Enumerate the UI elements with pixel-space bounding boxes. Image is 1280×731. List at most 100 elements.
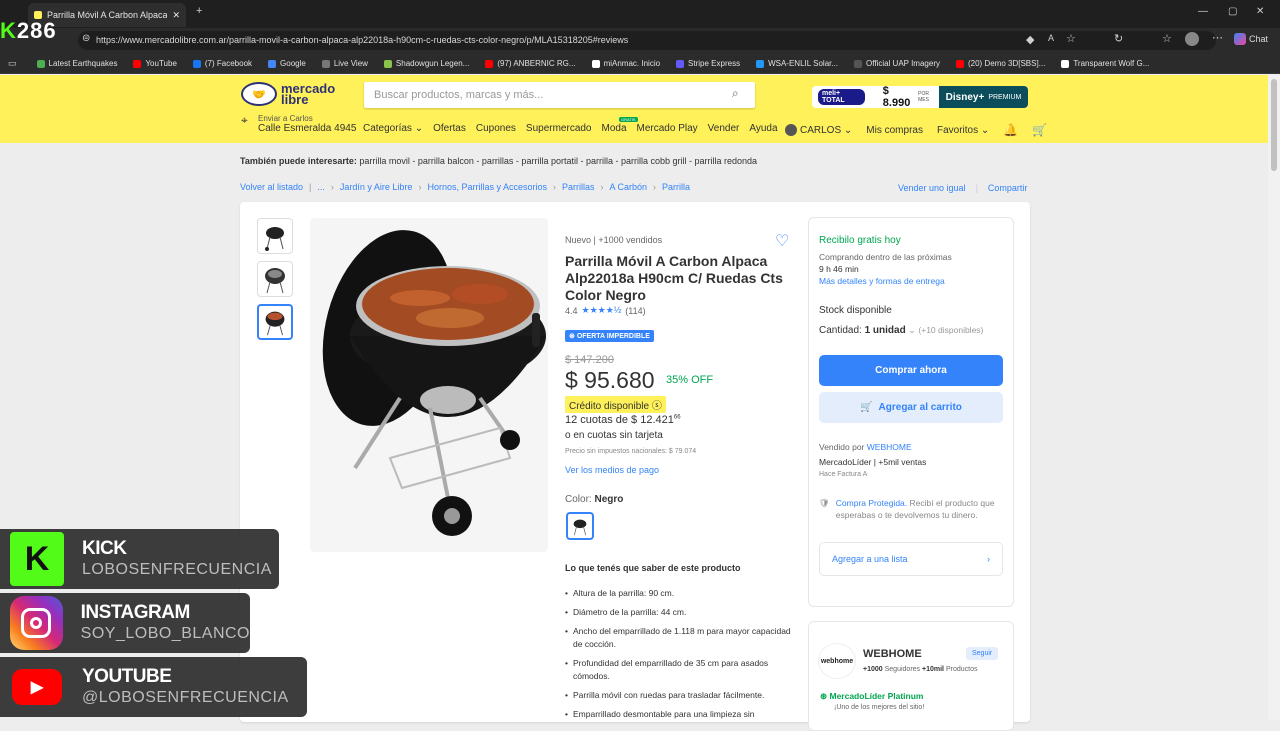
bookmarks-icon[interactable]: ▭ [8, 58, 17, 69]
bookmark-item[interactable]: Official UAP Imagery [846, 59, 948, 68]
notifications-bell-icon[interactable]: 🔔 [1003, 123, 1018, 137]
breadcrumb-item[interactable]: Hornos, Parrillas y Accesorios [427, 182, 547, 192]
bookmark-item[interactable]: Latest Earthquakes [29, 59, 126, 68]
search-input[interactable]: Buscar productos, marcas y más... [364, 82, 755, 108]
breadcrumb-item[interactable]: Parrillas [562, 182, 595, 192]
favorites-menu[interactable]: Favoritos ⌄ [937, 125, 989, 136]
new-tab-icon[interactable]: + [196, 5, 202, 17]
copilot-icon [1234, 33, 1246, 45]
platinum-badge: ⊛ MercadoLíder Platinum [820, 691, 924, 701]
related-search-links[interactable]: parrilla movil - parrilla balcon - parri… [359, 156, 757, 166]
bookmark-favicon-icon [485, 59, 494, 68]
cart-icon[interactable]: 🛒 [1032, 123, 1047, 137]
highlight-item: Altura de la parrilla: 90 cm. [565, 587, 795, 600]
follow-seller-button[interactable]: Seguir [966, 647, 999, 660]
seller-link[interactable]: WEBHOME [867, 442, 912, 452]
thumbnail-1[interactable] [257, 218, 293, 254]
back-to-list-link[interactable]: Volver al listado [240, 182, 303, 192]
share-link[interactable]: Compartir [988, 183, 1028, 193]
favorites-icon[interactable]: ☆ [1162, 32, 1172, 45]
quantity-selector[interactable]: Cantidad: 1 unidad ⌄ (+10 disponibles) [819, 325, 983, 336]
bookmark-item[interactable]: YouTube [125, 59, 184, 68]
minimize-icon[interactable]: — [1198, 6, 1208, 17]
favorite-star-icon[interactable]: ☆ [1066, 32, 1076, 45]
protected-purchase-link[interactable]: Compra Protegida. [836, 498, 907, 508]
nav-item[interactable]: Moda [602, 123, 627, 134]
url-input[interactable]: https://www.mercadolibre.com.ar/parrilla… [78, 31, 1216, 50]
bookmark-item[interactable]: (97) ANBERNIC RG... [477, 59, 583, 68]
highlight-item: Profundidad del emparrillado de 35 cm pa… [565, 657, 795, 683]
bookmark-favicon-icon [383, 59, 392, 68]
page-scrollbar[interactable] [1268, 75, 1280, 720]
bookmarks-list: Latest Earthquakes YouTube (7) Facebook Goo… [29, 59, 1158, 68]
gratis-badge: GRATIS [619, 117, 638, 122]
nav-item[interactable]: Categorías ⌄ [363, 123, 423, 134]
bookmark-item[interactable]: WSA-ENLIL Solar... [748, 59, 846, 68]
seller-logo[interactable]: webhome [818, 643, 856, 679]
delivery-countdown: Comprando dentro de las próximas 9 h 46 m… [819, 252, 952, 274]
favorite-heart-icon[interactable]: ♡ [775, 231, 789, 251]
color-option-negro[interactable] [566, 512, 594, 540]
seller-reputation: MercadoLíder | +5mil ventas [819, 457, 927, 467]
buy-now-button[interactable]: Comprar ahora [819, 355, 1003, 386]
bookmark-item[interactable]: miAnmac. Inicio [584, 59, 668, 68]
product-main-image[interactable] [310, 218, 548, 552]
related-searches: También puede interesarte: parrilla movi… [240, 156, 758, 166]
handshake-icon: 🤝 [241, 82, 277, 106]
breadcrumb-item[interactable]: Jardín y Aire Libre [340, 182, 413, 192]
nav-item[interactable]: Cupones [476, 123, 516, 134]
read-aloud-icon[interactable]: A [1048, 33, 1054, 43]
delivery-details-link[interactable]: Más detalles y formas de entrega [819, 276, 945, 286]
bookmark-item[interactable]: (7) Facebook [185, 59, 260, 68]
nav-item[interactable]: Supermercado [526, 123, 592, 134]
tag-icon[interactable]: ◆ [1026, 33, 1034, 46]
condition-sold-count: Nuevo | +1000 vendidos [565, 235, 663, 245]
original-price: $ 147.200 [565, 354, 614, 366]
breadcrumb-item[interactable]: ... [317, 182, 325, 192]
seller-name[interactable]: WEBHOME [863, 648, 922, 660]
product-rating[interactable]: 4.4 ★★★★½ (114) [565, 305, 646, 316]
tab-title: Parrilla Móvil A Carbon Alpaca Alp [47, 10, 168, 20]
site-info-icon[interactable]: ⊜ [82, 33, 90, 44]
meli-plus-promo-banner[interactable]: meli+ TOTAL $ 8.990 POR MES Disney+ PREMI… [812, 85, 1028, 109]
mercadolibre-logo[interactable]: 🤝 mercado libre [241, 82, 335, 106]
thumbnail-2[interactable] [257, 261, 293, 297]
bookmark-item[interactable]: Live View [314, 59, 376, 68]
bookmark-item[interactable]: (20) Demo 3D[SBS]... [948, 59, 1053, 68]
bookmark-item[interactable]: Stripe Express [668, 59, 748, 68]
my-purchases-link[interactable]: Mis compras [866, 125, 923, 136]
breadcrumb-item[interactable]: Parrilla [662, 182, 690, 192]
product-highlights-list: Altura de la parrilla: 90 cm. Diámetro de… [565, 587, 795, 727]
bookmark-item[interactable]: Google [260, 59, 314, 68]
browser-tab-bar [0, 0, 1280, 28]
more-menu-icon[interactable]: ⋯ [1212, 31, 1223, 44]
sell-same-link[interactable]: Vender uno igual [898, 183, 966, 193]
category-nav: Categorías ⌄ Ofertas Cupones Supermercado Mo… [363, 123, 778, 134]
add-to-list-button[interactable]: Agregar a una lista › [819, 542, 1003, 576]
user-account-menu[interactable]: CARLOS ⌄ [785, 124, 852, 136]
refresh-icon[interactable]: ↻ [1114, 32, 1123, 45]
ship-to-address[interactable]: Enviar a Carlos Calle Esmeralda 4945 [258, 114, 356, 134]
nav-item[interactable]: Mercado Play [637, 123, 698, 134]
copilot-chat-button[interactable]: Chat [1234, 33, 1268, 45]
installments-no-card: o en cuotas sin tarjeta [565, 430, 663, 441]
bookmark-item[interactable]: Shadowgun Legen... [376, 59, 477, 68]
credit-available-badge[interactable]: Crédito disponible ⓢ [565, 396, 666, 413]
bookmark-favicon-icon [756, 59, 765, 68]
breadcrumb-item[interactable]: A Carbón [610, 182, 648, 192]
nav-item[interactable]: Ofertas [433, 123, 466, 134]
bookmark-item[interactable]: Transparent Wolf G... [1053, 59, 1157, 68]
add-to-cart-button[interactable]: 🛒 Agregar al carrito [819, 392, 1003, 423]
window-close-icon[interactable]: ✕ [1256, 6, 1264, 17]
scrollbar-thumb[interactable] [1271, 79, 1277, 171]
profile-avatar[interactable] [1185, 32, 1199, 46]
maximize-icon[interactable]: ▢ [1228, 6, 1237, 17]
bookmark-favicon-icon [321, 59, 330, 68]
nav-item[interactable]: Vender [708, 123, 740, 134]
payment-methods-link[interactable]: Ver los medios de pago [565, 465, 659, 475]
close-tab-icon[interactable]: ✕ [172, 10, 180, 21]
nav-item[interactable]: Ayuda [749, 123, 777, 134]
search-icon[interactable]: ⌕ [732, 86, 739, 101]
user-menu: CARLOS ⌄ Mis compras Favoritos ⌄ 🔔 🛒 [785, 123, 1047, 137]
thumbnail-3-selected[interactable] [257, 304, 293, 340]
